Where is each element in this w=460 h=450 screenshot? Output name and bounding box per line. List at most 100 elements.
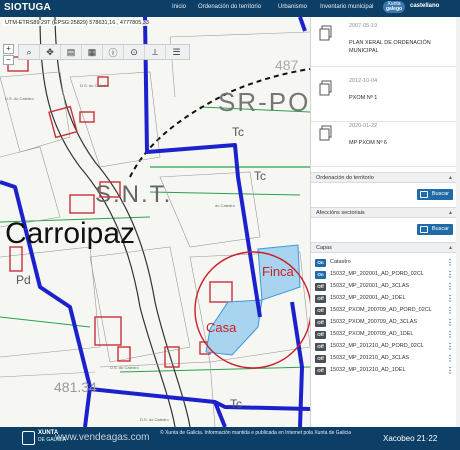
- footer: XUNTA DE GALICIA www.vendeagas.com © Xun…: [0, 427, 460, 450]
- more-options-icon[interactable]: ⋮: [446, 294, 454, 303]
- more-options-icon[interactable]: ⋮: [446, 330, 454, 339]
- elevation-label: 481.34: [54, 379, 97, 395]
- layer-toggle[interactable]: Off: [315, 367, 326, 375]
- app-brand[interactable]: SIOTUGA: [4, 2, 51, 13]
- search-doc-icon: [420, 226, 428, 233]
- layers-icon[interactable]: ▤: [61, 45, 82, 59]
- zoom-out-button[interactable]: −: [3, 55, 14, 65]
- legend-icon[interactable]: ☰: [166, 45, 187, 59]
- map-viewer[interactable]: D.S. do Catedro D.S. do Catedro do Cated…: [0, 17, 310, 427]
- more-options-icon[interactable]: ⋮: [446, 306, 454, 315]
- layer-row[interactable]: Off 15032_MP_201210_AD_PORD_02CL ⋮: [315, 342, 455, 352]
- more-options-icon[interactable]: ⋮: [446, 354, 454, 363]
- layer-row[interactable]: Off 15032_PXOM_200709_AD_PORD_02CL ⋮: [315, 306, 455, 316]
- section-afeccions-header[interactable]: Afeccións sectoriais ▴: [311, 207, 457, 218]
- more-options-icon[interactable]: ⋮: [446, 366, 454, 375]
- zoom-controls: + −: [3, 44, 14, 66]
- layer-row[interactable]: Off 15032_MP_202001_AD_3CLAS ⋮: [315, 282, 455, 292]
- move-icon[interactable]: ✥: [40, 45, 61, 59]
- language-galego-badge[interactable]: Xunta galego: [383, 1, 405, 13]
- zone-label-pd: Pd: [16, 273, 31, 287]
- annotation-finca: Finca: [262, 264, 294, 279]
- map-icon[interactable]: ▦: [82, 45, 103, 59]
- lang-badge-bottom: galego: [385, 6, 403, 12]
- layer-toggle[interactable]: Off: [315, 307, 326, 315]
- zoom-in-button[interactable]: +: [3, 44, 14, 54]
- section-ordenacion-title: Ordenación do territorio: [316, 175, 374, 181]
- layer-toggle[interactable]: Off: [315, 283, 326, 291]
- map-toolbar: ⌕ ✥ ▤ ▦ ⓘ ⊙ ⟂ ☰: [18, 44, 190, 60]
- layer-name: 15032_PXOM_200709_AD_PORD_02CL: [330, 307, 432, 313]
- section-capas-title: Capas: [316, 245, 332, 251]
- plan-title: PXOM Nº 1: [349, 95, 378, 101]
- plan-date: 2020-01-22: [349, 123, 378, 129]
- layer-toggle[interactable]: Off: [315, 331, 326, 339]
- svg-text:D.S. do Catedro: D.S. do Catedro: [5, 96, 34, 101]
- layer-row[interactable]: On Catastro ⋮: [315, 258, 455, 268]
- layer-row[interactable]: On 15032_MP_202001_AD_PORD_02CL ⋮: [315, 270, 455, 280]
- buscar-label: Buscar: [431, 226, 449, 232]
- nav-inventario[interactable]: Inventario municipal: [320, 4, 373, 10]
- more-options-icon[interactable]: ⋮: [446, 318, 454, 327]
- layer-toggle[interactable]: On: [315, 259, 326, 267]
- document-stack-icon: [319, 25, 332, 41]
- svg-text:D.S. do Catedro: D.S. do Catedro: [140, 417, 169, 422]
- chevron-up-icon[interactable]: ▴: [449, 209, 452, 216]
- layer-name: 15032_MP_201210_AD_3CLAS: [330, 355, 410, 361]
- layer-row[interactable]: Off 15032_MP_202001_AD_1DEL ⋮: [315, 294, 455, 304]
- location-icon[interactable]: ⊙: [124, 45, 145, 59]
- more-options-icon[interactable]: ⋮: [446, 282, 454, 291]
- plan-item[interactable]: 2012-10-04 PXOM Nº 1: [311, 72, 457, 122]
- more-options-icon[interactable]: ⋮: [446, 258, 454, 267]
- layer-row[interactable]: Off 15032_PXOM_200709_AD_1DEL ⋮: [315, 330, 455, 340]
- document-stack-icon: [319, 125, 332, 141]
- chevron-up-icon[interactable]: ▴: [449, 174, 452, 181]
- side-panel: 2007-05-19 PLAN XERAL DE ORDENACIÓN MUNI…: [310, 17, 460, 427]
- plan-date: 2012-10-04: [349, 78, 378, 84]
- language-castellano-link[interactable]: castellano: [410, 3, 439, 9]
- top-navbar: SIOTUGA Inicio Ordenación do territorio …: [0, 0, 460, 17]
- nav-inicio[interactable]: Inicio: [172, 4, 186, 10]
- nav-ordenacion[interactable]: Ordenación do territorio: [198, 4, 261, 10]
- section-ordenacion-header[interactable]: Ordenación do territorio ▴: [311, 172, 457, 183]
- buscar-label: Buscar: [431, 191, 449, 197]
- place-label-carroipaz: Carroipaz: [5, 217, 136, 250]
- watermark: www.vendeagas.com: [55, 432, 150, 443]
- layer-name: 15032_PXOM_200709_AD_3CLAS: [330, 319, 418, 325]
- footer-xacobeo-logo: Xacobeo 21·22: [383, 434, 438, 443]
- layer-toggle[interactable]: On: [315, 271, 326, 279]
- more-options-icon[interactable]: ⋮: [446, 342, 454, 351]
- layer-name: 15032_MP_202001_AD_PORD_02CL: [330, 271, 424, 277]
- measure-icon[interactable]: ⟂: [145, 45, 166, 59]
- plan-item[interactable]: 2020-01-22 MP PXOM Nº 6: [311, 117, 457, 167]
- search-icon[interactable]: ⌕: [19, 45, 40, 59]
- layer-toggle[interactable]: Off: [315, 355, 326, 363]
- zone-label-tc: Tc: [254, 169, 266, 183]
- plan-date: 2007-05-19: [349, 23, 378, 29]
- footer-notice: © Xunta de Galicia. Información mantida …: [160, 430, 352, 436]
- svg-text:D.S. do Catedro: D.S. do Catedro: [80, 83, 109, 88]
- zone-label-tc: Tc: [230, 397, 242, 411]
- info-icon[interactable]: ⓘ: [103, 45, 124, 59]
- zone-label-tc: Tc: [232, 125, 244, 139]
- xunta-logo-icon: [22, 431, 35, 445]
- plan-item[interactable]: 2007-05-19 PLAN XERAL DE ORDENACIÓN MUNI…: [311, 17, 457, 67]
- layer-row[interactable]: Off 15032_MP_201210_AD_1DEL ⋮: [315, 366, 455, 376]
- chevron-up-icon[interactable]: ▴: [449, 244, 452, 251]
- panel-scrollbar[interactable]: [456, 17, 460, 427]
- zone-label-srpo: SR-PO: [218, 87, 310, 117]
- coordinates-readout: UTM-ETRS89 29T (EPSG:25829) 578631,16 , …: [3, 20, 151, 26]
- layer-toggle[interactable]: Off: [315, 319, 326, 327]
- zone-label-snt: S.N.T.: [95, 181, 173, 208]
- buscar-button[interactable]: Buscar: [417, 224, 453, 235]
- section-capas-header[interactable]: Capas ▴: [311, 242, 457, 253]
- layer-toggle[interactable]: Off: [315, 295, 326, 303]
- buscar-button[interactable]: Buscar: [417, 189, 453, 200]
- layer-row[interactable]: Off 15032_PXOM_200709_AD_3CLAS ⋮: [315, 318, 455, 328]
- svg-text:D.S. do Catedro: D.S. do Catedro: [110, 365, 139, 370]
- more-options-icon[interactable]: ⋮: [446, 270, 454, 279]
- svg-text:do Catedro: do Catedro: [215, 203, 236, 208]
- layer-row[interactable]: Off 15032_MP_201210_AD_3CLAS ⋮: [315, 354, 455, 364]
- layer-toggle[interactable]: Off: [315, 343, 326, 351]
- nav-urbanismo[interactable]: Urbanismo: [278, 4, 307, 10]
